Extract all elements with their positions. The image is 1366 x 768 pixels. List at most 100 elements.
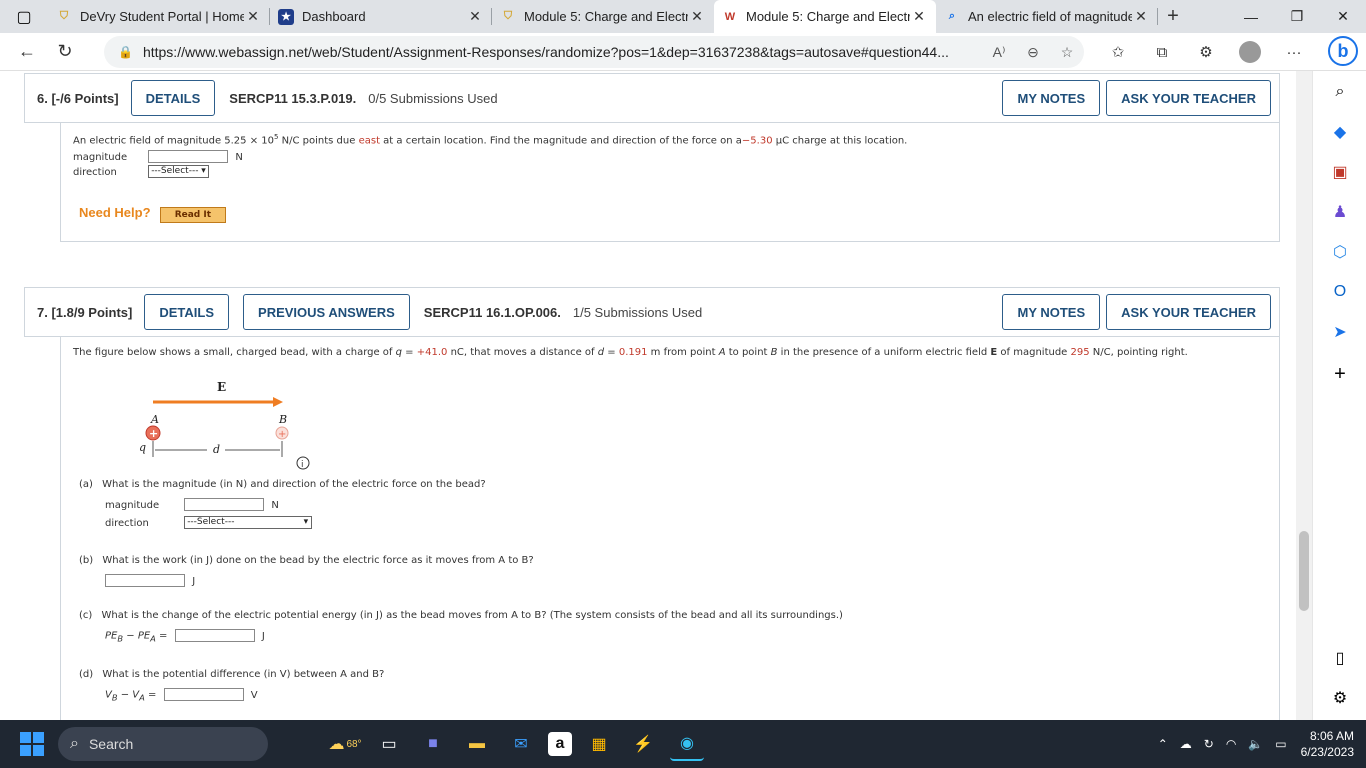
tab-4[interactable]: ⌕ An electric field of magnitude ✕ [936,0,1158,33]
figure-a-label: A [150,413,159,426]
question-6-actions: MY NOTES ASK YOUR TEACHER [996,80,1271,116]
pe-change-input[interactable] [174,629,255,642]
windows-start-icon[interactable] [20,732,44,756]
work-input[interactable] [105,574,185,587]
close-icon[interactable]: ✕ [244,8,262,25]
magnitude-input[interactable] [148,150,229,163]
ask-teacher-button[interactable]: ASK YOUR TEACHER [1106,294,1271,330]
toolbox-icon[interactable]: ▣ [1329,161,1351,183]
part-b-text: What is the work (in J) done on the bead… [102,555,534,566]
mail-icon[interactable]: ✉ [504,727,538,761]
onedrive-icon[interactable]: ☁ [1180,737,1192,751]
sidebar-panel-icon[interactable]: ▯ [1329,647,1351,669]
read-it-button[interactable]: Read It [159,207,227,223]
my-notes-button[interactable]: MY NOTES [1002,80,1101,116]
details-button[interactable]: DETAILS [130,80,216,116]
scrollbar-thumb[interactable] [1299,531,1309,611]
charge-value: +41.0 [416,347,448,358]
restore-icon[interactable]: ❐ [1274,0,1320,33]
bolt-icon[interactable]: ⚡ [626,727,660,761]
file-explorer-icon[interactable]: ▬ [460,727,494,761]
back-icon[interactable]: ← [10,35,44,69]
submissions-count: 1/5 Submissions Used [572,304,703,320]
details-button[interactable]: DETAILS [144,294,230,330]
question-7-actions: MY NOTES ASK YOUR TEACHER [996,294,1271,330]
close-icon[interactable]: ✕ [1132,8,1150,25]
q-symbol: q = [395,347,417,358]
magnitude-input[interactable] [184,498,265,511]
bing-icon[interactable]: b [1328,36,1358,66]
minimize-icon[interactable]: — [1228,0,1274,33]
clock[interactable]: 8:06 AM 6/23/2023 [1301,728,1354,760]
direction-select[interactable]: ---Select--- ▾ [184,516,313,529]
lock-icon: 🔒 [118,45,133,59]
widgets-icon[interactable]: ☁ 68° [328,727,362,761]
store-icon[interactable]: ▦ [582,727,616,761]
sync-icon[interactable]: ↻ [1204,737,1214,751]
submissions-count: 0/5 Submissions Used [368,90,498,106]
part-d: (d) What is the potential difference (in… [79,669,384,680]
avatar[interactable] [1239,41,1261,63]
search-icon[interactable]: ⌕ [1329,81,1351,103]
close-icon[interactable]: ✕ [688,8,706,25]
tab-1[interactable]: ★ Dashboard ✕ [270,0,492,33]
d-symbol: d = [597,347,619,358]
tab-0[interactable]: ⛉ DeVry Student Portal | Home ✕ [48,0,270,33]
task-view-icon[interactable]: ▭ [372,727,406,761]
webassign-icon: W [724,10,736,23]
url-text: https://www.webassign.net/web/Student/As… [142,44,949,60]
read-aloud-icon[interactable]: A⁾ [982,44,1016,61]
send-icon[interactable]: ➤ [1329,321,1351,343]
direction-select[interactable]: ---Select--- ▾ [148,165,209,178]
taskbar-search[interactable]: ⌕ Search [58,727,268,761]
settings-icon[interactable]: ⚙ [1329,687,1351,709]
question-code: SERCP11 16.1.OP.006. [423,304,561,320]
games-icon[interactable]: ♟ [1329,201,1351,223]
volume-icon[interactable]: 🔈 [1248,737,1263,751]
favorites-icon[interactable]: ✩ [1096,43,1140,61]
teams-icon[interactable]: ■ [416,727,450,761]
part-c-answer-row: PEB − PEA = J [105,629,265,644]
tab-3[interactable]: W Module 5: Charge and Electric ✕ [714,0,936,33]
close-icon[interactable]: ✕ [910,8,928,25]
q7-text-part: m from point [647,347,719,358]
question-7-body: The figure below shows a small, charged … [60,337,1280,720]
outlook-icon[interactable]: O [1329,281,1351,303]
edge-icon[interactable]: ◉ [670,727,704,761]
extensions-icon[interactable]: ⚙ [1184,43,1228,61]
refresh-icon[interactable]: ↻ [48,35,82,69]
edge-sidebar: ⌕ ◆ ▣ ♟ ⬡ O ➤ + ▯ ⚙ [1312,71,1366,720]
plus-icon: + [278,429,286,440]
tab-actions-icon[interactable]: ▢ [0,0,48,33]
address-bar: ← ↻ 🔒 https://www.webassign.net/web/Stud… [0,33,1366,71]
office-icon[interactable]: ⬡ [1329,241,1351,263]
battery-icon[interactable]: ▭ [1275,737,1286,751]
zoom-icon[interactable]: ⊖ [1016,44,1050,61]
tag-icon[interactable]: ◆ [1329,121,1351,143]
favorite-star-icon[interactable]: ☆ [1050,44,1084,61]
chevron-up-icon[interactable]: ⌃ [1158,737,1168,751]
tab-2[interactable]: ⛉ Module 5: Charge and Electric ✕ [492,0,714,33]
magnitude-label: magnitude [73,151,128,163]
new-tab-button[interactable]: + [1158,0,1188,33]
tab-title: Dashboard [302,9,366,24]
collections-icon[interactable]: ⧉ [1140,44,1184,61]
url-field[interactable]: 🔒 https://www.webassign.net/web/Student/… [104,36,1084,68]
q6-text-part: An electric field of magnitude 5.25 × 10 [73,135,274,147]
ask-teacher-button[interactable]: ASK YOUR TEACHER [1106,80,1271,116]
amazon-icon[interactable]: a [548,732,572,756]
magnitude-label: magnitude [105,499,160,511]
potential-difference-input[interactable] [163,688,244,701]
shield-icon: ⛉ [503,10,513,22]
close-window-icon[interactable]: ✕ [1320,0,1366,33]
previous-answers-button[interactable]: PREVIOUS ANSWERS [243,294,410,330]
add-icon[interactable]: + [1329,363,1351,385]
more-icon[interactable]: ··· [1272,44,1316,61]
unit-label: J [261,630,265,642]
v-symbol: − V [117,689,140,701]
close-icon[interactable]: ✕ [466,8,484,25]
my-notes-button[interactable]: MY NOTES [1002,294,1101,330]
wifi-icon[interactable]: ◠ [1226,737,1236,751]
page-scrollbar[interactable] [1296,71,1312,720]
part-tag: (a) [79,479,93,490]
